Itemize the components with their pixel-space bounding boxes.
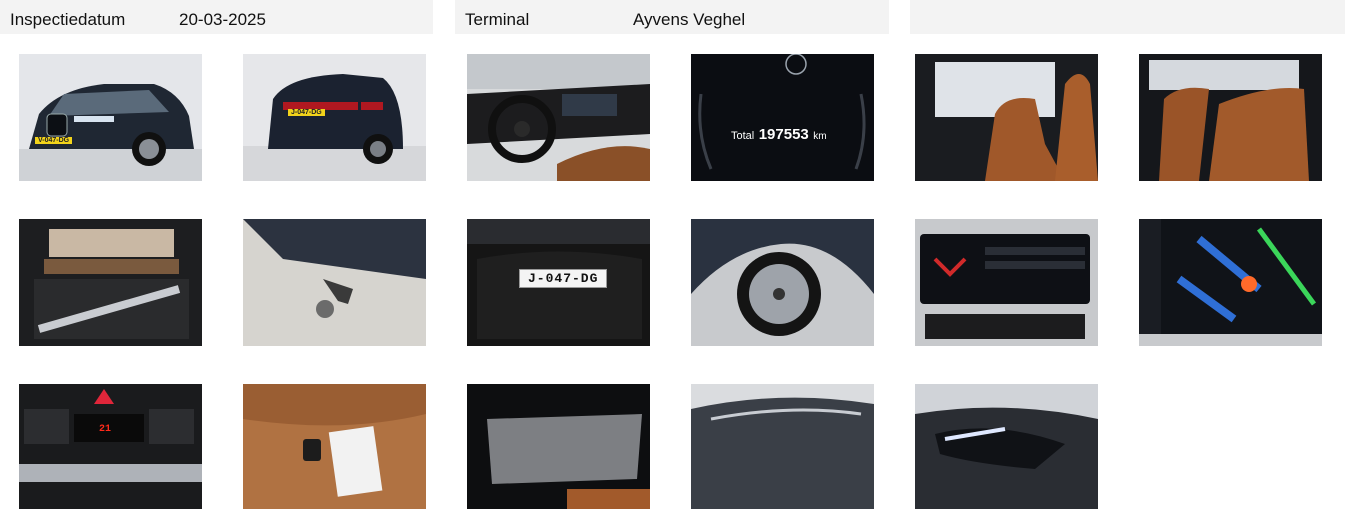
dashboard-image xyxy=(467,54,650,181)
photo-navigation[interactable] xyxy=(1139,219,1322,346)
rear-seats-image xyxy=(1139,54,1322,181)
car-rear-image xyxy=(243,54,426,181)
wheel-image xyxy=(691,219,874,346)
hood-image xyxy=(691,384,874,509)
photo-tow-hitch[interactable] xyxy=(243,219,426,346)
photo-dashboard[interactable] xyxy=(467,54,650,181)
terminal-value: Ayvens Veghel xyxy=(633,10,746,29)
photo-front-exterior[interactable]: V-047-DG xyxy=(19,54,202,181)
photo-wheel[interactable] xyxy=(691,219,874,346)
photo-keys-manual[interactable] xyxy=(243,384,426,509)
odometer-image xyxy=(691,54,874,181)
header-bar-terminal: Terminal Ayvens Veghel xyxy=(455,0,889,34)
tow-hitch-image xyxy=(243,219,426,346)
odometer-unit: km xyxy=(813,131,827,142)
keys-manual-image xyxy=(243,384,426,509)
front-seats-image xyxy=(915,54,1098,181)
inspection-date-label: Inspectiedatum xyxy=(10,10,126,29)
photo-spare-plate[interactable]: J-047-DG xyxy=(467,219,650,346)
photo-rear-exterior[interactable]: J-047-DG xyxy=(243,54,426,181)
headlight-image xyxy=(915,384,1098,509)
photo-front-seats[interactable] xyxy=(915,54,1098,181)
photo-climate-panel[interactable]: 21 xyxy=(19,384,202,509)
header-bar-inspection: Inspectiedatum 20-03-2025 xyxy=(0,0,433,34)
navigation-image xyxy=(1139,219,1322,346)
photo-odometer[interactable]: Total 197553 km xyxy=(691,54,874,181)
trunk-image xyxy=(19,219,202,346)
photo-panorama-roof[interactable] xyxy=(467,384,650,509)
car-front-image xyxy=(19,54,202,181)
odometer-value: 197553 xyxy=(758,126,809,143)
odometer-readout: Total 197553 km xyxy=(731,126,827,144)
infotainment-image xyxy=(915,219,1098,346)
photo-rear-seats[interactable] xyxy=(1139,54,1322,181)
photo-trunk[interactable] xyxy=(19,219,202,346)
odometer-label: Total xyxy=(731,130,755,142)
header-bar-empty xyxy=(910,0,1345,34)
terminal-label: Terminal xyxy=(465,10,530,29)
rear-license-plate: J-047-DG xyxy=(288,109,325,116)
inspection-date-value: 20-03-2025 xyxy=(179,10,266,29)
photo-headlight[interactable] xyxy=(915,384,1098,509)
photo-infotainment[interactable] xyxy=(915,219,1098,346)
climate-panel-image xyxy=(19,384,202,509)
spare-license-plate: J-047-DG xyxy=(519,269,608,288)
front-license-plate: V-047-DG xyxy=(35,137,73,144)
climate-temperature: 21 xyxy=(99,424,112,435)
photo-hood[interactable] xyxy=(691,384,874,509)
panorama-roof-image xyxy=(467,384,650,509)
